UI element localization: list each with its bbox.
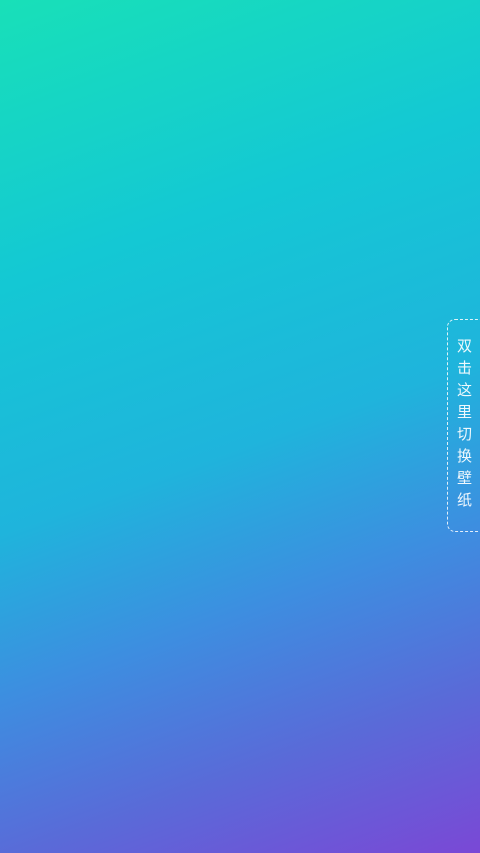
switch-wallpaper-hint[interactable]: 双击这里切换壁纸 (447, 319, 480, 532)
switch-wallpaper-label: 双击这里切换壁纸 (455, 337, 473, 514)
wallpaper-background[interactable] (0, 0, 480, 853)
